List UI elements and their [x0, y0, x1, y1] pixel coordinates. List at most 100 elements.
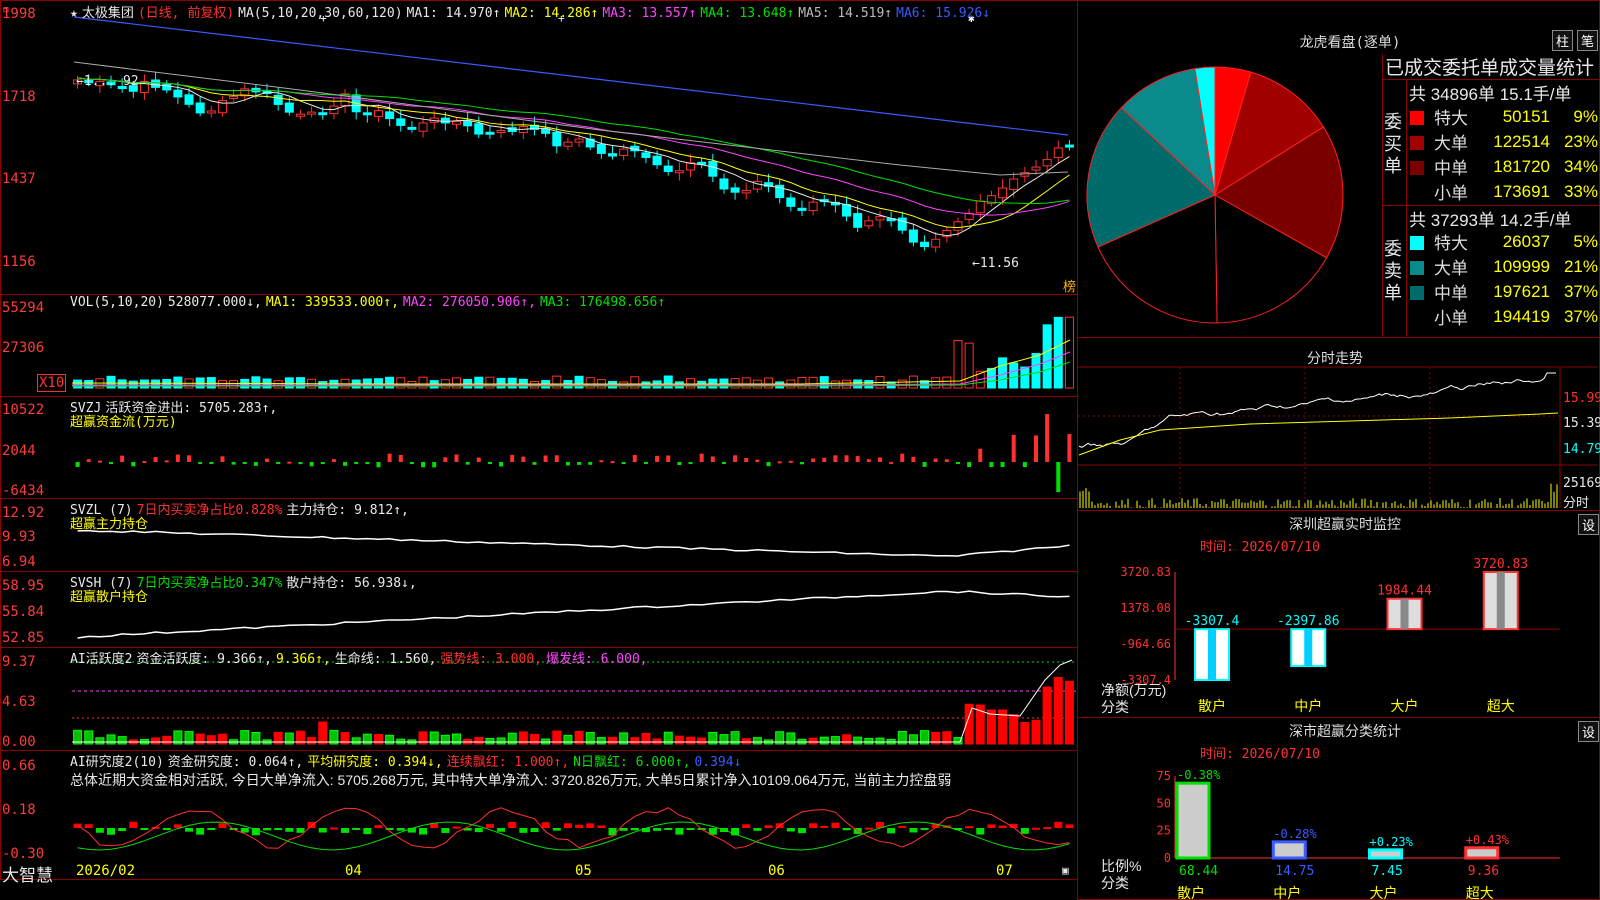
monitor-settings-button[interactable]: 设 — [1578, 514, 1600, 535]
stock-name: 太极集团 — [81, 6, 134, 21]
order-percent: 37% — [1563, 281, 1598, 301]
flow-bar — [1000, 462, 1005, 467]
research-bar — [441, 828, 450, 833]
classify-title: 深市超赢分类统计 — [1289, 724, 1401, 740]
candle — [474, 123, 484, 135]
volume-bar — [151, 379, 161, 389]
order-row: 小单 194419 37% — [1408, 304, 1600, 329]
flow-bar — [855, 456, 860, 462]
flow-bar — [220, 456, 225, 462]
candle — [373, 110, 383, 117]
stats-title: 已成交委托单成交量统计 — [1385, 58, 1595, 79]
classify-settings-button[interactable]: 设 — [1578, 721, 1600, 742]
research-bar — [1043, 827, 1052, 830]
volume-bar — [84, 379, 94, 389]
xaxis-label: 06 — [768, 863, 785, 879]
flow-bar — [142, 461, 147, 464]
research-bar — [95, 828, 104, 833]
flow-bar — [978, 448, 983, 462]
candle — [1042, 159, 1052, 167]
research-bar — [797, 828, 806, 834]
buy-orders-table: 特大 50151 9% 大单 122514 23% 中单 181720 34% 小单 173691 3… — [1408, 104, 1600, 204]
activity-bar — [842, 734, 852, 745]
flow-bar — [543, 455, 548, 462]
flow-bar — [120, 455, 125, 462]
research-bar — [107, 828, 116, 835]
research-bar — [218, 823, 227, 828]
volume-bar — [229, 379, 239, 389]
flow-bar — [164, 460, 169, 463]
candle — [619, 148, 629, 156]
activity-bar — [117, 736, 127, 745]
research-bar — [296, 828, 305, 833]
flow-bar — [655, 455, 660, 462]
candle — [1064, 144, 1074, 148]
candle — [362, 112, 372, 116]
research-bar — [1054, 821, 1063, 828]
candle — [273, 94, 283, 105]
volume-bar — [373, 378, 383, 389]
research-bar — [508, 821, 517, 828]
flow-bar — [187, 455, 192, 462]
candle — [318, 112, 328, 116]
candle — [151, 79, 161, 88]
candle — [496, 129, 506, 133]
ytick: 0.18 — [2, 802, 36, 818]
tick-mode-tab[interactable]: 笔 — [1577, 30, 1599, 51]
order-row: 大单 122514 23% — [1408, 129, 1600, 154]
flow-bar — [398, 454, 403, 462]
lock-icon[interactable]: ▣ — [1062, 864, 1069, 877]
flow-bar — [733, 455, 738, 462]
ma-value-1: MA1: 14.970↑ — [406, 6, 501, 21]
candle — [396, 118, 406, 126]
flow-bar — [721, 462, 726, 464]
legend-swatch — [1410, 186, 1424, 200]
activity-bar — [318, 721, 328, 745]
volume-bar — [73, 379, 83, 389]
research-bar — [118, 828, 127, 832]
flow-bar — [320, 462, 325, 464]
order-row: 中单 181720 34% — [1408, 154, 1600, 179]
research-bar — [274, 828, 283, 830]
activity-bar — [1020, 721, 1030, 745]
candle — [908, 229, 918, 243]
ytick: 4.63 — [2, 694, 36, 710]
flow-bar — [799, 462, 804, 465]
candle — [875, 216, 885, 221]
ai2-summary: 总体近期大资金相对活跃, 今日大单净流入: 5705.268万元, 其中特大单净… — [70, 772, 952, 788]
candle — [451, 120, 461, 125]
flow-bar — [844, 455, 849, 462]
activity-bar — [1031, 719, 1041, 745]
candle — [440, 117, 450, 124]
order-type: 大单 — [1434, 134, 1468, 153]
candle — [998, 187, 1008, 199]
buy-total: 共 34896单 15.1手/单 — [1409, 85, 1572, 104]
flow-bar — [1067, 434, 1072, 462]
bar-mode-tab[interactable]: 柱 — [1552, 30, 1574, 51]
activity-bar — [697, 737, 707, 745]
volume-bar — [1031, 352, 1041, 389]
candle — [786, 197, 796, 207]
candle — [463, 120, 473, 127]
candle — [284, 102, 294, 113]
research-bar — [318, 828, 327, 833]
flow-bar — [499, 462, 504, 467]
candle — [1053, 147, 1063, 158]
flow-bar — [989, 462, 994, 467]
research-bar — [285, 828, 294, 832]
flow-bar — [354, 462, 359, 464]
x10-badge: X10 — [37, 374, 67, 392]
xaxis-label: 2026/02 — [76, 863, 136, 879]
research-bar — [541, 822, 550, 828]
activity-bar — [162, 735, 172, 745]
activity-bar — [1009, 714, 1019, 745]
activity-bar — [864, 737, 874, 745]
ma-value-4: MA4: 13.648↑ — [700, 6, 795, 21]
flow-bar — [554, 455, 559, 462]
order-percent: 23% — [1563, 131, 1598, 151]
candle — [864, 220, 874, 227]
flow-bar — [409, 462, 414, 464]
flow-bar — [454, 454, 459, 462]
activity-bar — [830, 736, 840, 745]
candle — [552, 131, 562, 147]
